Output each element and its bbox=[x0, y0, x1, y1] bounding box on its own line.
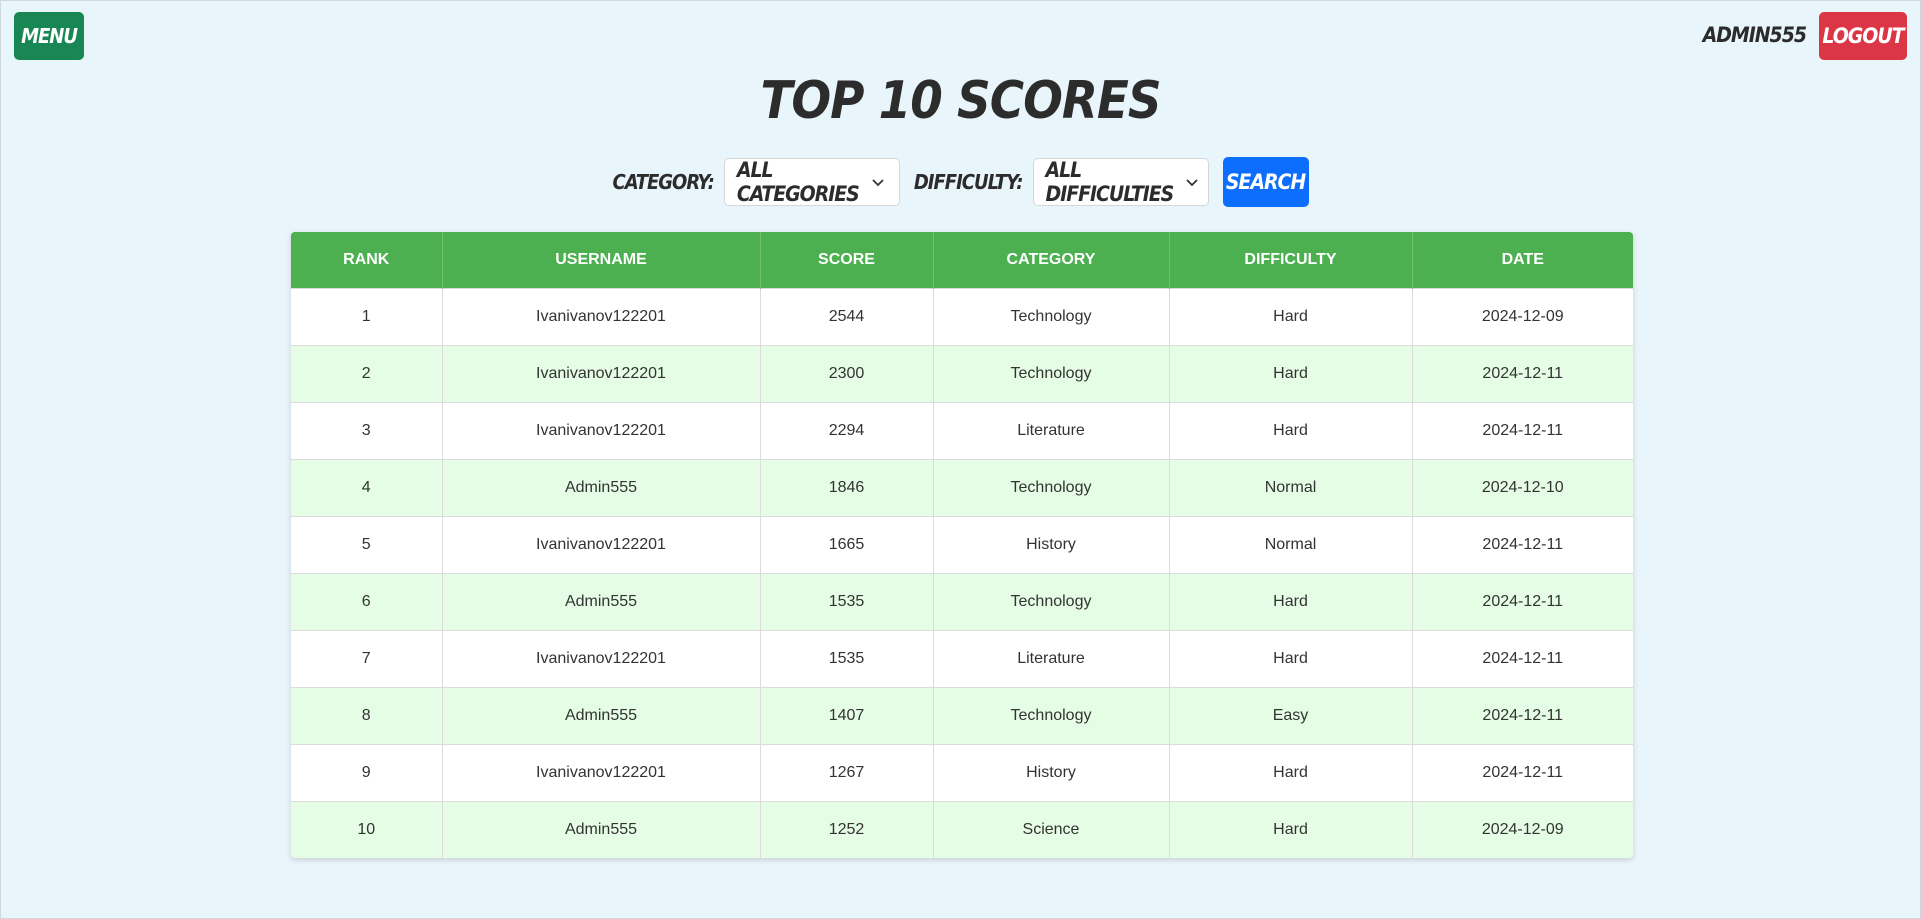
chevron-down-icon bbox=[871, 175, 885, 189]
cell-username: Admin555 bbox=[442, 801, 761, 858]
cell-username: Ivanivanov122201 bbox=[442, 402, 761, 460]
cell-difficulty: Hard bbox=[1169, 402, 1413, 460]
category-select[interactable]: All Categories bbox=[723, 158, 900, 206]
cell-rank: 8 bbox=[291, 687, 443, 745]
cell-username: Ivanivanov122201 bbox=[442, 630, 761, 688]
cell-date: 2024-12-11 bbox=[1412, 630, 1633, 688]
scores-table: RANK USERNAME SCORE CATEGORY DIFFICULTY DATE … bbox=[291, 232, 1633, 858]
table-body: 1 Ivanivanov122201 2544 Technology Hard 2024-… bbox=[291, 288, 1633, 858]
cell-rank: 2 bbox=[291, 345, 443, 403]
cell-date: 2024-12-11 bbox=[1412, 687, 1633, 745]
cell-rank: 1 bbox=[291, 288, 443, 346]
logout-button[interactable]: Logout bbox=[1819, 12, 1907, 60]
table-row: 4 Admin555 1846 Technology Normal 2024-12-10 bbox=[291, 459, 1633, 517]
cell-date: 2024-12-11 bbox=[1412, 516, 1633, 574]
cell-username: Ivanivanov122201 bbox=[442, 744, 761, 802]
cell-username: Admin555 bbox=[442, 687, 761, 745]
cell-difficulty: Hard bbox=[1169, 288, 1413, 346]
cell-rank: 9 bbox=[291, 744, 443, 802]
cell-category: History bbox=[933, 744, 1170, 802]
cell-difficulty: Hard bbox=[1169, 801, 1413, 858]
table-row: 9 Ivanivanov122201 1267 History Hard 2024-12-… bbox=[291, 744, 1633, 802]
cell-category: Science bbox=[933, 801, 1170, 858]
cell-rank: 10 bbox=[291, 801, 443, 858]
column-header-rank: RANK bbox=[291, 232, 443, 289]
category-select-value: All Categories bbox=[736, 158, 860, 206]
cell-difficulty: Easy bbox=[1169, 687, 1413, 745]
difficulty-label: Difficulty: bbox=[913, 170, 1024, 194]
cell-score: 1267 bbox=[760, 744, 934, 802]
cell-category: Literature bbox=[933, 630, 1170, 688]
cell-score: 1535 bbox=[760, 573, 934, 631]
cell-category: Technology bbox=[933, 345, 1170, 403]
current-username: Admin555 bbox=[1702, 23, 1807, 47]
table-row: 7 Ivanivanov122201 1535 Literature Hard 2024-… bbox=[291, 630, 1633, 688]
column-header-score: SCORE bbox=[760, 232, 934, 289]
cell-date: 2024-12-11 bbox=[1412, 402, 1633, 460]
cell-username: Ivanivanov122201 bbox=[442, 516, 761, 574]
cell-difficulty: Normal bbox=[1169, 459, 1413, 517]
cell-score: 1407 bbox=[760, 687, 934, 745]
cell-score: 1665 bbox=[760, 516, 934, 574]
cell-difficulty: Hard bbox=[1169, 744, 1413, 802]
cell-category: History bbox=[933, 516, 1170, 574]
cell-username: Ivanivanov122201 bbox=[442, 288, 761, 346]
cell-difficulty: Hard bbox=[1169, 630, 1413, 688]
page-title: Top 10 Scores bbox=[760, 71, 1161, 131]
search-button[interactable]: Search bbox=[1222, 157, 1309, 207]
table-row: 3 Ivanivanov122201 2294 Literature Hard 2024-… bbox=[291, 402, 1633, 460]
cell-rank: 3 bbox=[291, 402, 443, 460]
cell-date: 2024-12-10 bbox=[1412, 459, 1633, 517]
cell-score: 2294 bbox=[760, 402, 934, 460]
cell-date: 2024-12-11 bbox=[1412, 744, 1633, 802]
cell-score: 1535 bbox=[760, 630, 934, 688]
cell-category: Technology bbox=[933, 459, 1170, 517]
cell-username: Ivanivanov122201 bbox=[442, 345, 761, 403]
cell-score: 2544 bbox=[760, 288, 934, 346]
cell-difficulty: Normal bbox=[1169, 516, 1413, 574]
cell-date: 2024-12-11 bbox=[1412, 345, 1633, 403]
category-label: Category: bbox=[612, 170, 715, 194]
cell-score: 1846 bbox=[760, 459, 934, 517]
menu-button[interactable]: Menu bbox=[14, 12, 84, 60]
table-header-row: RANK USERNAME SCORE CATEGORY DIFFICULTY DATE bbox=[291, 232, 1633, 289]
column-header-username: USERNAME bbox=[442, 232, 761, 289]
filter-bar: Category: All Categories Difficulty: All… bbox=[1, 157, 1920, 207]
cell-rank: 6 bbox=[291, 573, 443, 631]
cell-date: 2024-12-09 bbox=[1412, 801, 1633, 858]
cell-score: 2300 bbox=[760, 345, 934, 403]
cell-difficulty: Hard bbox=[1169, 345, 1413, 403]
cell-category: Technology bbox=[933, 288, 1170, 346]
column-header-category: CATEGORY bbox=[933, 232, 1170, 289]
cell-username: Admin555 bbox=[442, 459, 761, 517]
cell-date: 2024-12-09 bbox=[1412, 288, 1633, 346]
column-header-difficulty: DIFFICULTY bbox=[1169, 232, 1413, 289]
difficulty-select[interactable]: All Difficulties bbox=[1032, 158, 1209, 206]
cell-category: Literature bbox=[933, 402, 1170, 460]
table-row: 1 Ivanivanov122201 2544 Technology Hard 2024-… bbox=[291, 288, 1633, 346]
cell-difficulty: Hard bbox=[1169, 573, 1413, 631]
cell-category: Technology bbox=[933, 687, 1170, 745]
cell-rank: 5 bbox=[291, 516, 443, 574]
column-header-date: DATE bbox=[1412, 232, 1633, 289]
difficulty-select-value: All Difficulties bbox=[1045, 158, 1175, 206]
table-row: 10 Admin555 1252 Science Hard 2024-12-09 bbox=[291, 801, 1633, 858]
scores-table-container: RANK USERNAME SCORE CATEGORY DIFFICULTY DATE … bbox=[291, 232, 1633, 858]
cell-score: 1252 bbox=[760, 801, 934, 858]
chevron-down-icon bbox=[1185, 175, 1199, 189]
table-row: 5 Ivanivanov122201 1665 History Normal 2024-1… bbox=[291, 516, 1633, 574]
cell-date: 2024-12-11 bbox=[1412, 573, 1633, 631]
table-row: 8 Admin555 1407 Technology Easy 2024-12-11 bbox=[291, 687, 1633, 745]
table-row: 6 Admin555 1535 Technology Hard 2024-12-11 bbox=[291, 573, 1633, 631]
cell-rank: 4 bbox=[291, 459, 443, 517]
table-row: 2 Ivanivanov122201 2300 Technology Hard 2024-… bbox=[291, 345, 1633, 403]
cell-username: Admin555 bbox=[442, 573, 761, 631]
cell-rank: 7 bbox=[291, 630, 443, 688]
cell-category: Technology bbox=[933, 573, 1170, 631]
